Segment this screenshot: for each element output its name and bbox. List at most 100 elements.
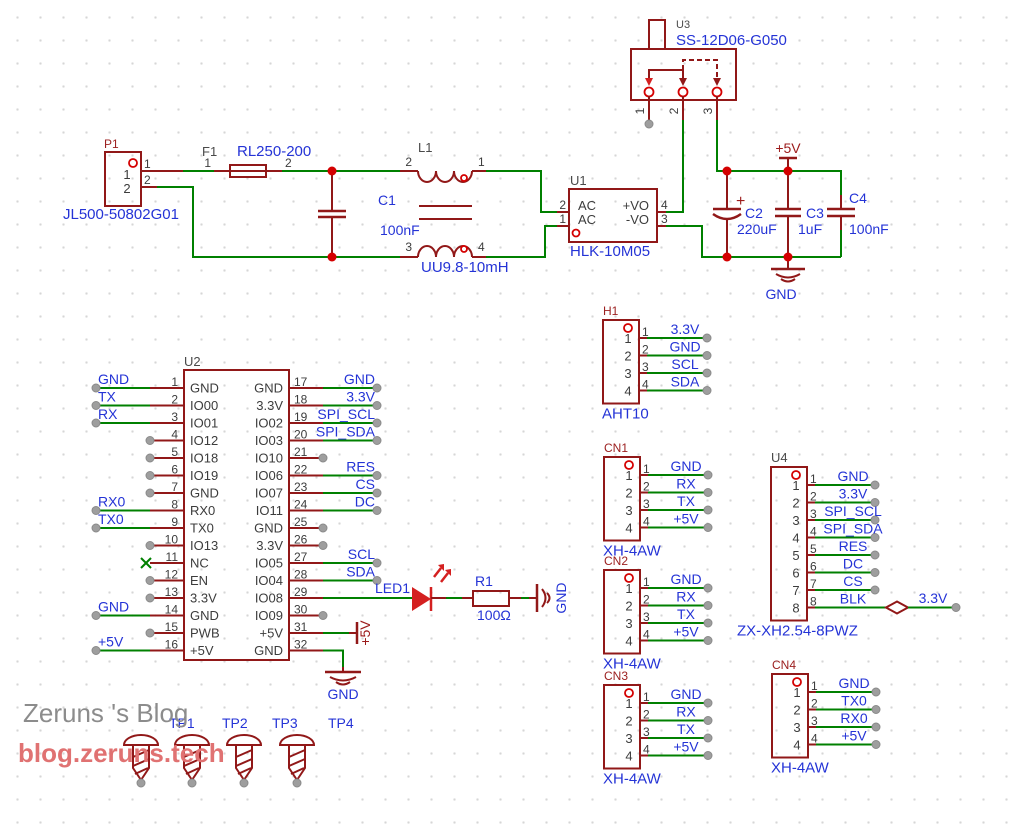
pin-number: 4 <box>643 628 650 642</box>
pin-number: 1 <box>633 107 647 114</box>
pin-name: AC <box>578 212 596 227</box>
net-label: +5V <box>841 728 867 744</box>
power-flag-5v[interactable]: +5V <box>775 140 801 171</box>
pin-number: 5 <box>171 445 178 459</box>
pin-name: +VO <box>623 198 649 213</box>
connector-CN3[interactable]: CN3XH-4AW11GND22RX33TX44+5V <box>603 669 712 788</box>
unconnected-dot <box>319 612 327 620</box>
ground-flag-side[interactable]: GND <box>529 582 569 613</box>
net-label: TX0 <box>841 693 867 709</box>
unconnected-dot <box>319 524 327 532</box>
ref-designator: CN4 <box>772 658 796 672</box>
tp-label: TP3 <box>272 715 298 731</box>
pin-number: 32 <box>294 638 308 652</box>
net-label: SPI_SDA <box>316 424 376 440</box>
pin-number: 3 <box>643 497 650 511</box>
pin-name: 3 <box>793 720 800 735</box>
pin-name: 4 <box>625 749 632 764</box>
pin-number: 8 <box>171 498 178 512</box>
pin-number: 1 <box>204 156 211 170</box>
pin-number: 2 <box>144 173 151 187</box>
pin-number: 2 <box>643 708 650 722</box>
power-flag-5v-u2[interactable]: +5V <box>349 620 373 646</box>
ground-flag-u2[interactable]: GND <box>325 667 361 702</box>
value: 100nF <box>380 222 420 238</box>
pin-number: 4 <box>642 378 649 392</box>
pin-number: 4 <box>643 515 650 529</box>
pin-name: 4 <box>792 531 799 546</box>
connector-CN4[interactable]: CN4XH-4AW11GND22TX033RX044+5V <box>771 658 880 777</box>
net-label: +5V <box>673 624 699 640</box>
net-label: GND <box>670 571 701 587</box>
led1[interactable]: LED1 <box>375 564 451 611</box>
net-label: GND <box>669 339 700 355</box>
pin-number: 2 <box>559 198 566 212</box>
schematic-page: P1 JL500-50802G01 1 2 1 2 F1 RL250-200 1… <box>0 0 1020 833</box>
testpoint-screw[interactable] <box>227 735 261 787</box>
pin-number: 3 <box>811 714 818 728</box>
resistor-r1[interactable]: R1 100Ω <box>431 573 529 623</box>
pin-name: 1 <box>793 685 800 700</box>
net-label: TX <box>677 493 696 509</box>
part-number: AHT10 <box>602 406 649 423</box>
connector-H1[interactable]: H1AHT10113.3V22GND33SCL44SDA <box>602 304 711 423</box>
pin-name: 4 <box>625 634 632 649</box>
u4-pin8-tail: 3.3V <box>886 590 960 614</box>
pin-name: IO00 <box>190 398 218 413</box>
tp-label: TP4 <box>328 715 354 731</box>
schematic-canvas[interactable]: P1 JL500-50802G01 1 2 1 2 F1 RL250-200 1… <box>0 0 1020 833</box>
pin-name: GND <box>190 486 219 501</box>
blog-title: Zeruns 's Blog <box>23 698 188 728</box>
pin-number: 26 <box>294 533 308 547</box>
net-label: SDA <box>346 564 375 580</box>
pin-name: IO19 <box>190 468 218 483</box>
pin-number: 1 <box>810 472 817 486</box>
connector-p1[interactable]: P1 JL500-50802G01 1 2 1 2 <box>63 137 179 223</box>
net-label: TX <box>98 389 117 405</box>
pin-name: IO02 <box>255 416 283 431</box>
testpoint-screw[interactable] <box>280 735 314 787</box>
switch-u3[interactable]: U3 SS-12D06-G050 1 2 3 <box>631 19 787 128</box>
unconnected-dot <box>146 472 154 480</box>
connector-CN1[interactable]: CN1XH-4AW11GND22RX33TX44+5V <box>603 441 712 560</box>
pin-name: GND <box>254 521 283 536</box>
pin-number: 25 <box>294 515 308 529</box>
pin-number: 4 <box>643 743 650 757</box>
mcu-u2[interactable]: U2 1GNDGND2IO00TX3IO01RX4IO125IO186IO197… <box>92 354 412 660</box>
pin-name: +5V <box>190 643 214 658</box>
net-label: RX0 <box>840 710 867 726</box>
psu-u1[interactable]: U1 AC AC +VO -VO 2 1 4 3 HLK-10M05 <box>557 173 668 260</box>
pin-name: GND <box>254 381 283 396</box>
ref-designator: C2 <box>745 205 763 221</box>
pin-name: +5V <box>260 626 284 641</box>
inductor-l1[interactable]: L1 2 1 3 4 UU9.8-10mH <box>400 140 509 276</box>
ref-designator: C4 <box>849 190 867 206</box>
unconnected-dot <box>146 542 154 550</box>
cap-c2[interactable]: + C2 220uF <box>713 171 777 257</box>
ground-flag-main[interactable]: GND <box>765 257 805 302</box>
net-label: TX0 <box>98 511 124 527</box>
connector-CN2[interactable]: CN2XH-4AW11GND22RX33TX44+5V <box>603 554 712 673</box>
net-label: SDA <box>671 374 700 390</box>
pin-number: 1 <box>643 690 650 704</box>
net-label: DC <box>843 556 863 572</box>
net-label: BLK <box>840 591 867 607</box>
connector-U4[interactable]: U4ZX-XH2.54-8PWZ11GND223.3V33SPI_SCL44SP… <box>737 450 886 640</box>
pin-number: 2 <box>285 156 292 170</box>
net-flag-diamond <box>886 602 908 614</box>
pin-name: 1 <box>625 696 632 711</box>
pin-name: IO05 <box>255 556 283 571</box>
pin-number: 3 <box>643 610 650 624</box>
ref-designator: U2 <box>184 354 201 369</box>
pin-name: 3.3V <box>256 398 283 413</box>
pin-number: 31 <box>294 620 308 634</box>
pin-number: 22 <box>294 463 308 477</box>
ref-designator: U4 <box>771 450 788 465</box>
unconnected-dot <box>319 454 327 462</box>
cap-c3[interactable]: C3 1uF <box>775 171 824 257</box>
cap-c4[interactable]: C4 100nF <box>827 190 889 237</box>
ref-designator: C1 <box>378 192 396 208</box>
part-number: SS-12D06-G050 <box>676 32 787 49</box>
pin1-marker <box>573 230 580 237</box>
net-label: SCL <box>348 546 375 562</box>
